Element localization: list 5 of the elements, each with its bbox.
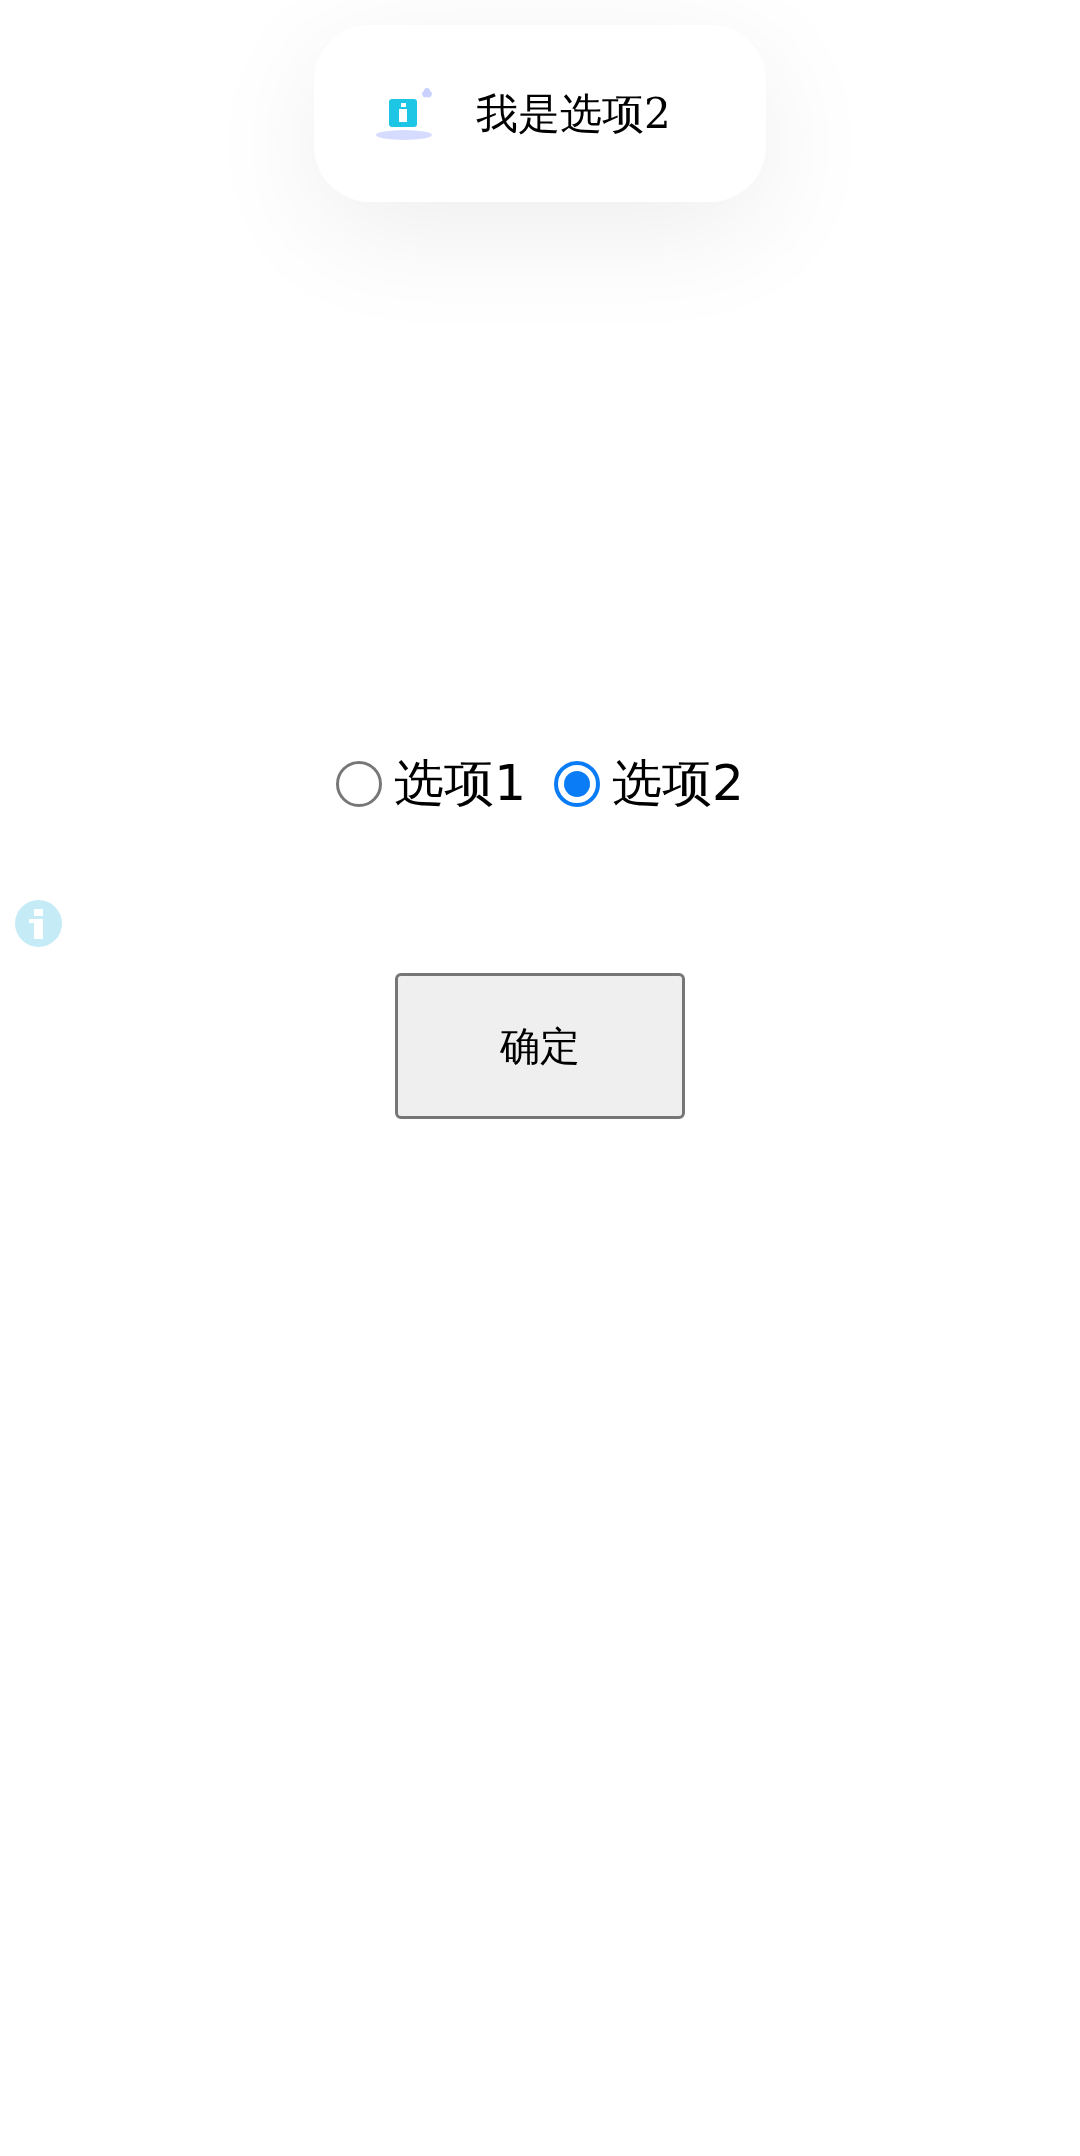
- radio-label[interactable]: 选项2: [612, 750, 744, 817]
- radio-label[interactable]: 选项1: [394, 750, 526, 817]
- toast-message: 我是选项2: [476, 87, 671, 140]
- radio-button[interactable]: [554, 760, 600, 807]
- confirm-button[interactable]: 确定: [395, 973, 685, 1119]
